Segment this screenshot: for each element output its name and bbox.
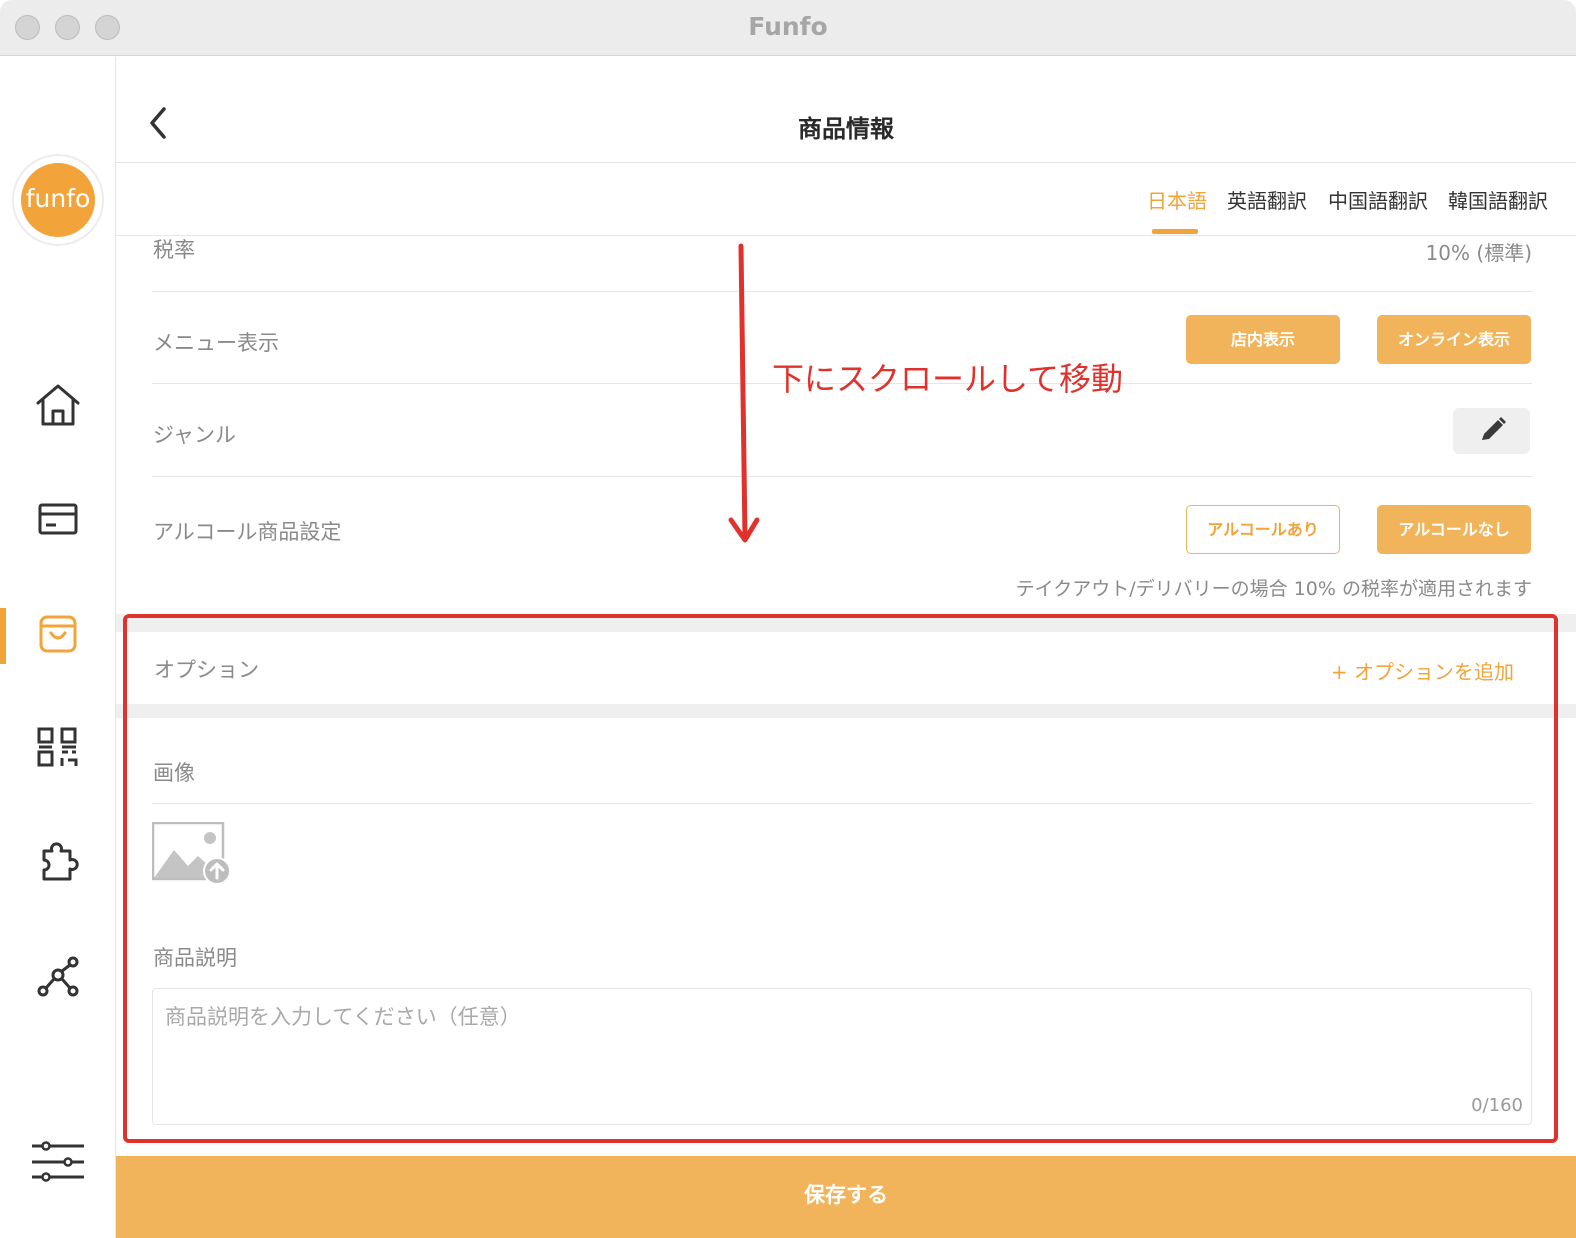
app-logo[interactable]: funfo (12, 154, 104, 246)
image-upload-icon[interactable] (152, 822, 232, 886)
alcohol-no-button[interactable]: アルコールなし (1377, 505, 1531, 554)
page-header: 商品情報 (116, 57, 1576, 163)
qr-code-icon[interactable] (32, 722, 84, 774)
page-title: 商品情報 (798, 115, 894, 143)
tab-english[interactable]: 英語翻訳 (1227, 185, 1307, 214)
online-display-button[interactable]: オンライン表示 (1377, 315, 1531, 364)
tax-label: 税率 (153, 238, 195, 262)
sliders-icon[interactable] (30, 1135, 86, 1187)
section-separator (116, 614, 1576, 632)
description-label: 商品説明 (153, 946, 237, 970)
pencil-icon (1482, 417, 1506, 440)
window-titlebar: Funfo (0, 0, 1576, 56)
logo-text: funfo (21, 163, 95, 237)
tab-korean[interactable]: 韓国語翻訳 (1448, 185, 1548, 214)
image-label: 画像 (153, 761, 195, 785)
alcohol-tax-note: テイクアウト/デリバリーの場合 10% の税率が適用されます (1015, 578, 1532, 600)
tax-value[interactable]: 10% (標準) (1426, 237, 1532, 266)
genre-edit-button[interactable] (1453, 408, 1530, 454)
description-textarea[interactable]: 商品説明を入力してください（任意） 0/160 (152, 988, 1532, 1125)
alcohol-yes-button[interactable]: アルコールあり (1186, 505, 1340, 554)
annotation-text: 下にスクロールして移動 (772, 360, 1124, 398)
sidebar: funfo (0, 57, 116, 1238)
home-icon[interactable] (32, 379, 84, 431)
shopping-bag-icon[interactable] (32, 608, 84, 660)
character-counter: 0/160 (1471, 1095, 1523, 1116)
option-row: オプション + オプションを追加 (116, 632, 1576, 704)
window-title: Funfo (748, 12, 828, 41)
card-icon[interactable] (32, 494, 84, 546)
puzzle-icon[interactable] (32, 837, 84, 889)
language-tabs: 日本語 英語翻訳 中国語翻訳 韓国語翻訳 (116, 163, 1576, 236)
save-button[interactable]: 保存する (116, 1156, 1576, 1238)
option-label: オプション (154, 658, 259, 682)
share-network-icon[interactable] (32, 951, 84, 1003)
tab-japanese[interactable]: 日本語 (1147, 185, 1207, 214)
section-separator (116, 704, 1576, 718)
add-option-button[interactable]: + オプションを追加 (1331, 656, 1514, 685)
store-display-button[interactable]: 店内表示 (1186, 315, 1340, 364)
scroll-down-arrow-icon (728, 243, 760, 543)
active-indicator (0, 608, 6, 664)
alcohol-label: アルコール商品設定 (153, 520, 342, 544)
tab-active-underline (1152, 229, 1198, 234)
description-placeholder: 商品説明を入力してください（任意） (165, 1005, 521, 1029)
divider (152, 291, 1532, 292)
divider (152, 476, 1532, 477)
divider (152, 803, 1532, 804)
tab-chinese[interactable]: 中国語翻訳 (1328, 185, 1428, 214)
menu-display-label: メニュー表示 (153, 331, 279, 355)
genre-label: ジャンル (153, 423, 236, 447)
